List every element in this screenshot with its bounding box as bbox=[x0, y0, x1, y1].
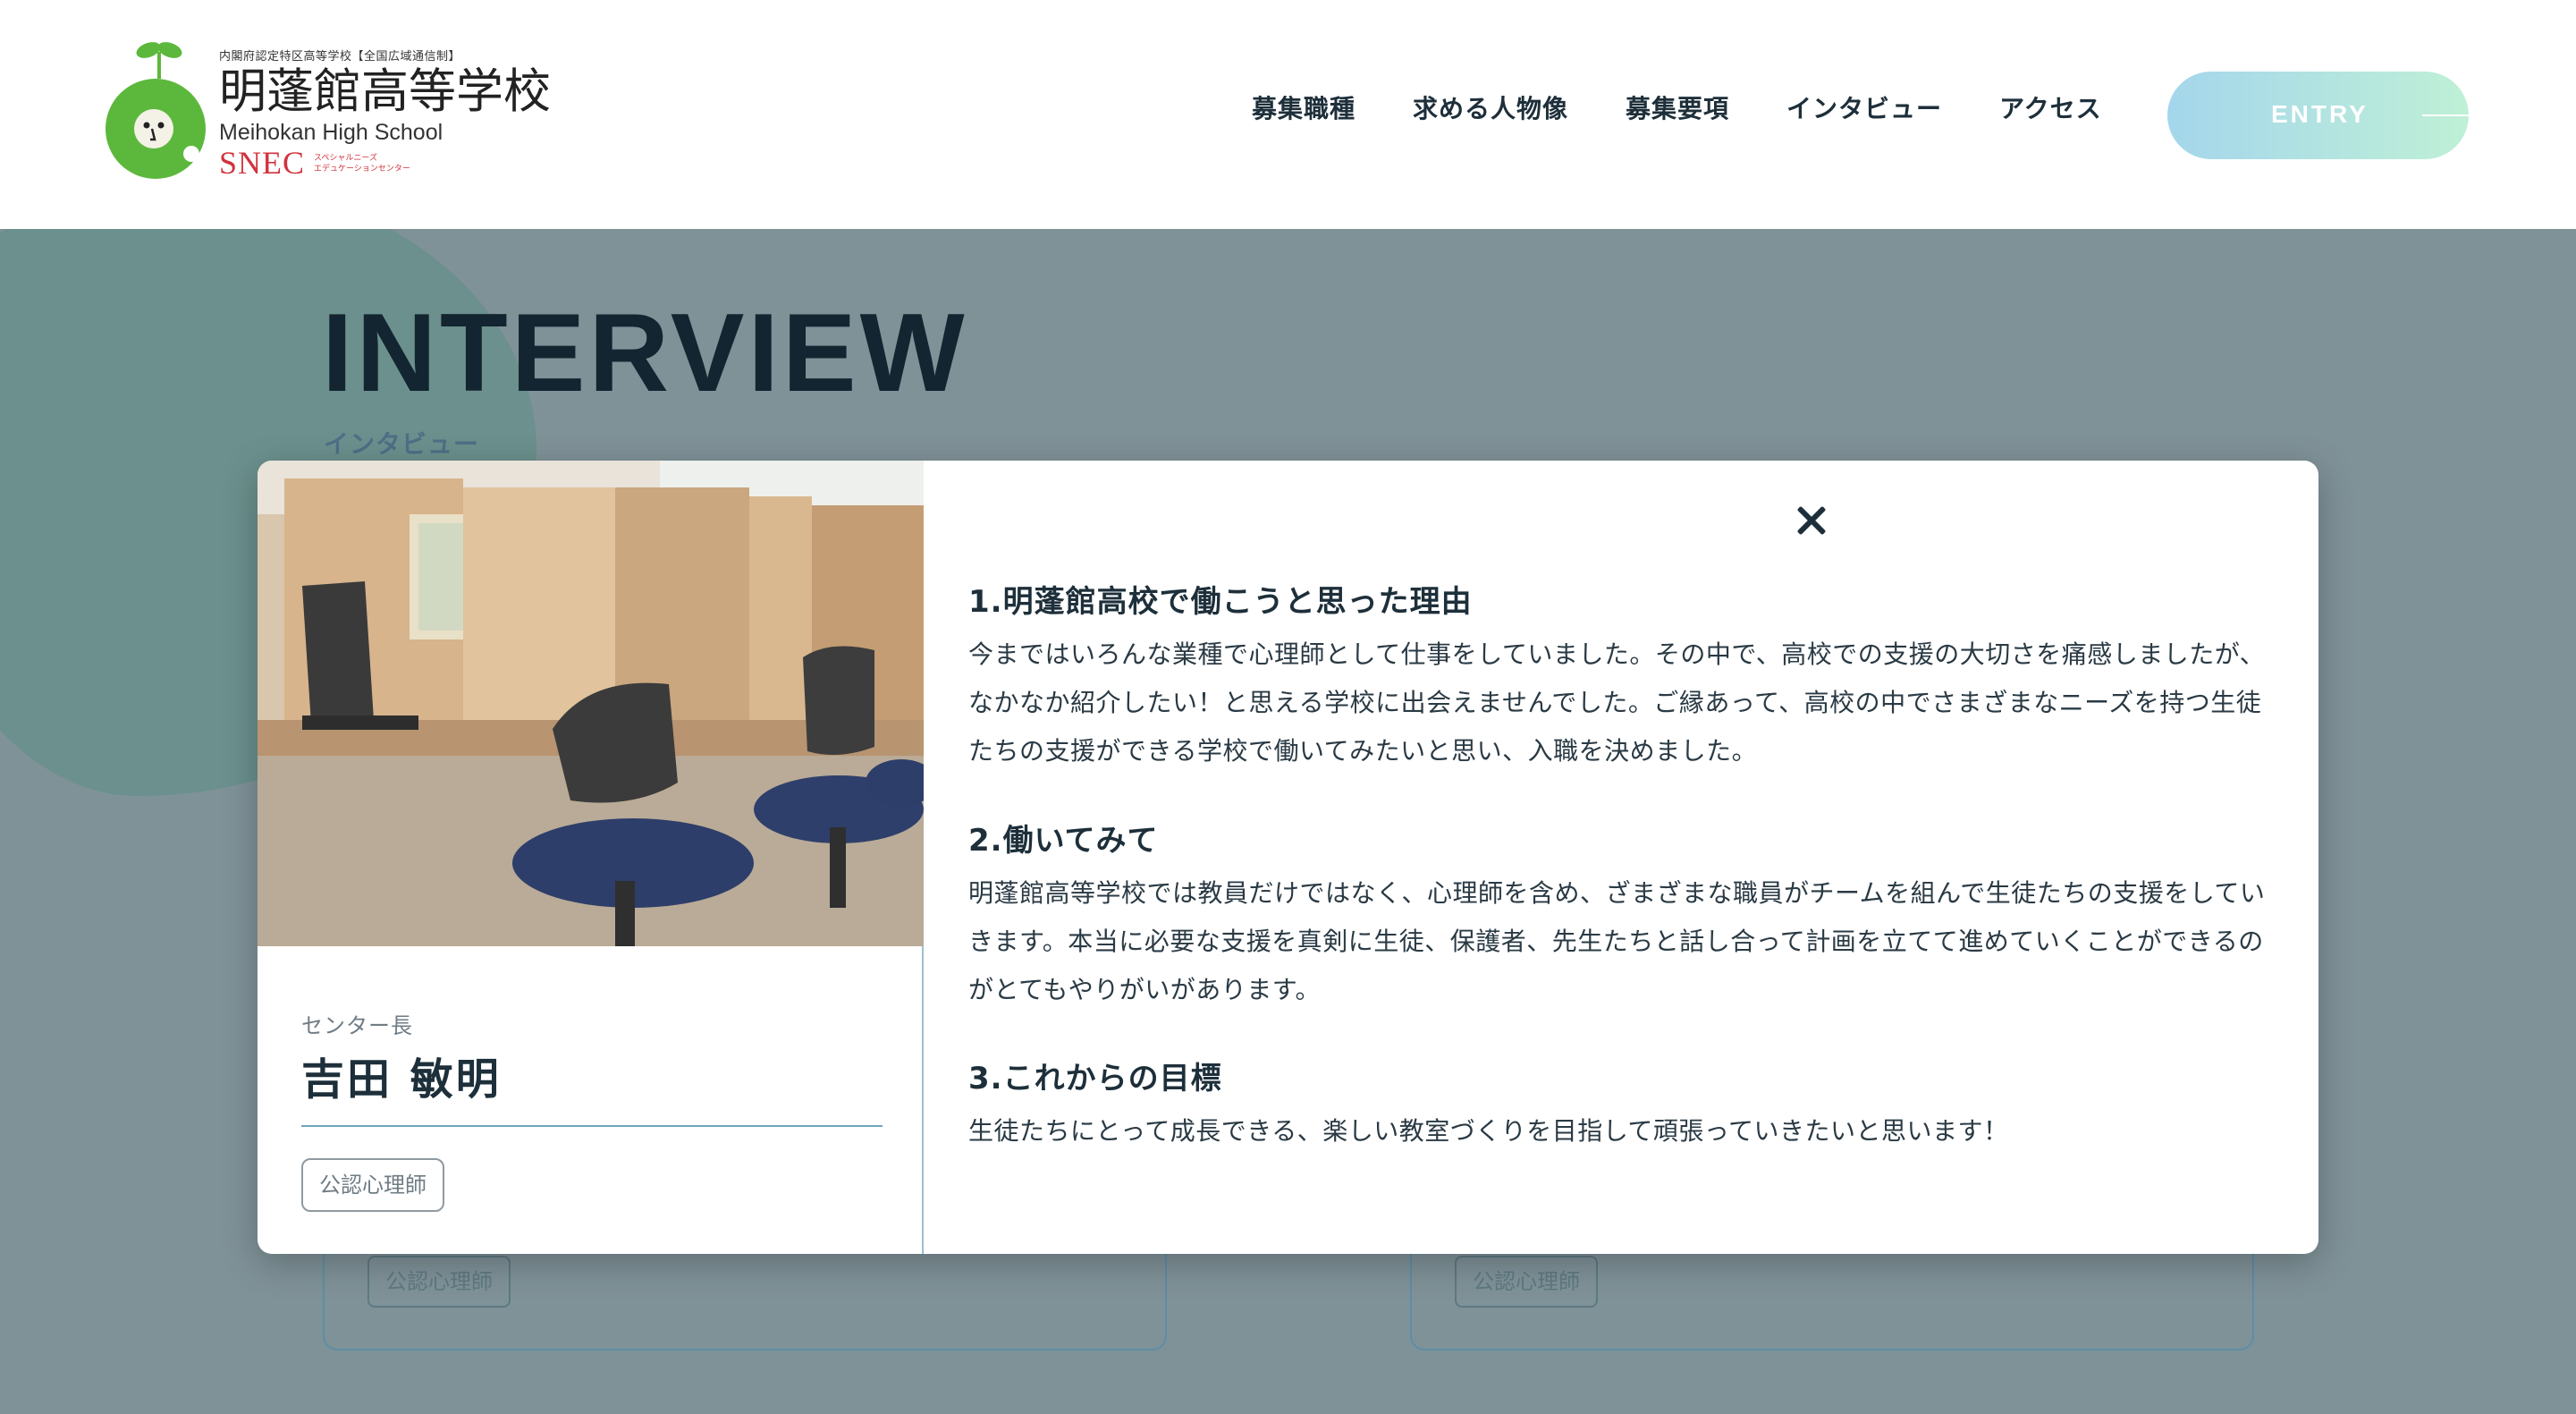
nav-item-positions[interactable]: 募集職種 bbox=[1252, 89, 1356, 125]
nav-item-ideal-candidate[interactable]: 求める人物像 bbox=[1413, 89, 1568, 125]
section-heading: 2.働いてみて bbox=[968, 823, 1159, 859]
snec-logo: SNEC bbox=[219, 145, 306, 181]
nav-item-interview[interactable]: インタビュー bbox=[1786, 89, 1942, 125]
section-body: 今まではいろんな業種で心理師として仕事をしていました。その中で、高校での支援の大… bbox=[968, 639, 2266, 766]
nav-item-access[interactable]: アクセス bbox=[1999, 89, 2102, 125]
card-tag: 公認心理師 bbox=[367, 1256, 511, 1308]
logo-name-en: Meihokan High School bbox=[219, 120, 443, 145]
entry-button[interactable]: ENTRY bbox=[2167, 72, 2469, 159]
section-body: 明蓬館高等学校では教員だけではなく、心理師を含め、ざまざまな職員がチームを組んで… bbox=[968, 878, 2266, 1004]
school-logo[interactable]: 内閣府認定特区高等学校【全国広域通信制】 明蓬館高等学校 Meihokan Hi… bbox=[106, 39, 570, 191]
modal-content: 1.明蓬館高校で働こうと思った理由 今まではいろんな業種で心理師として仕事をして… bbox=[968, 461, 2274, 1254]
logo-subtitle: 内閣府認定特区高等学校【全国広域通信制】 bbox=[219, 50, 461, 64]
section-heading: 1.明蓬館高校で働こうと思った理由 bbox=[968, 584, 1473, 620]
staff-name: 吉田 敏明 bbox=[301, 1054, 502, 1105]
staff-role: センター長 bbox=[301, 1013, 413, 1038]
modal-profile-panel: センター長 吉田 敏明 公認心理師 bbox=[258, 461, 924, 1254]
main-nav: 募集職種 求める人物像 募集要項 インタビュー アクセス bbox=[1252, 89, 2102, 125]
logo-name: 明蓬館高等学校 bbox=[219, 64, 551, 119]
name-divider bbox=[301, 1125, 883, 1127]
page-title: INTERVIEW bbox=[322, 292, 968, 415]
snec-caption: スペシャルニーズ エデュケーションセンター bbox=[314, 154, 410, 174]
interview-modal: センター長 吉田 敏明 公認心理師 1.明蓬館高校で働こうと思った理由 今までは… bbox=[258, 461, 2318, 1254]
sprout-mascot-icon bbox=[106, 42, 206, 179]
entry-button-label: ENTRY bbox=[2271, 100, 2369, 128]
section-body: 生徒たちにとって成長できる、楽しい教室づくりを目指して頑張っていきたいと思います… bbox=[968, 1116, 2009, 1146]
classroom-photo bbox=[258, 461, 924, 946]
nav-item-requirements[interactable]: 募集要項 bbox=[1626, 89, 1729, 125]
qualification-tag: 公認心理師 bbox=[301, 1158, 444, 1212]
page-subtitle: インタビュー bbox=[324, 429, 480, 459]
arrow-line-icon bbox=[2422, 114, 2469, 116]
section-heading: 3.これからの目標 bbox=[968, 1061, 1222, 1096]
site-header: 内閣府認定特区高等学校【全国広域通信制】 明蓬館高等学校 Meihokan Hi… bbox=[0, 0, 2576, 229]
card-tag: 公認心理師 bbox=[1455, 1256, 1598, 1308]
